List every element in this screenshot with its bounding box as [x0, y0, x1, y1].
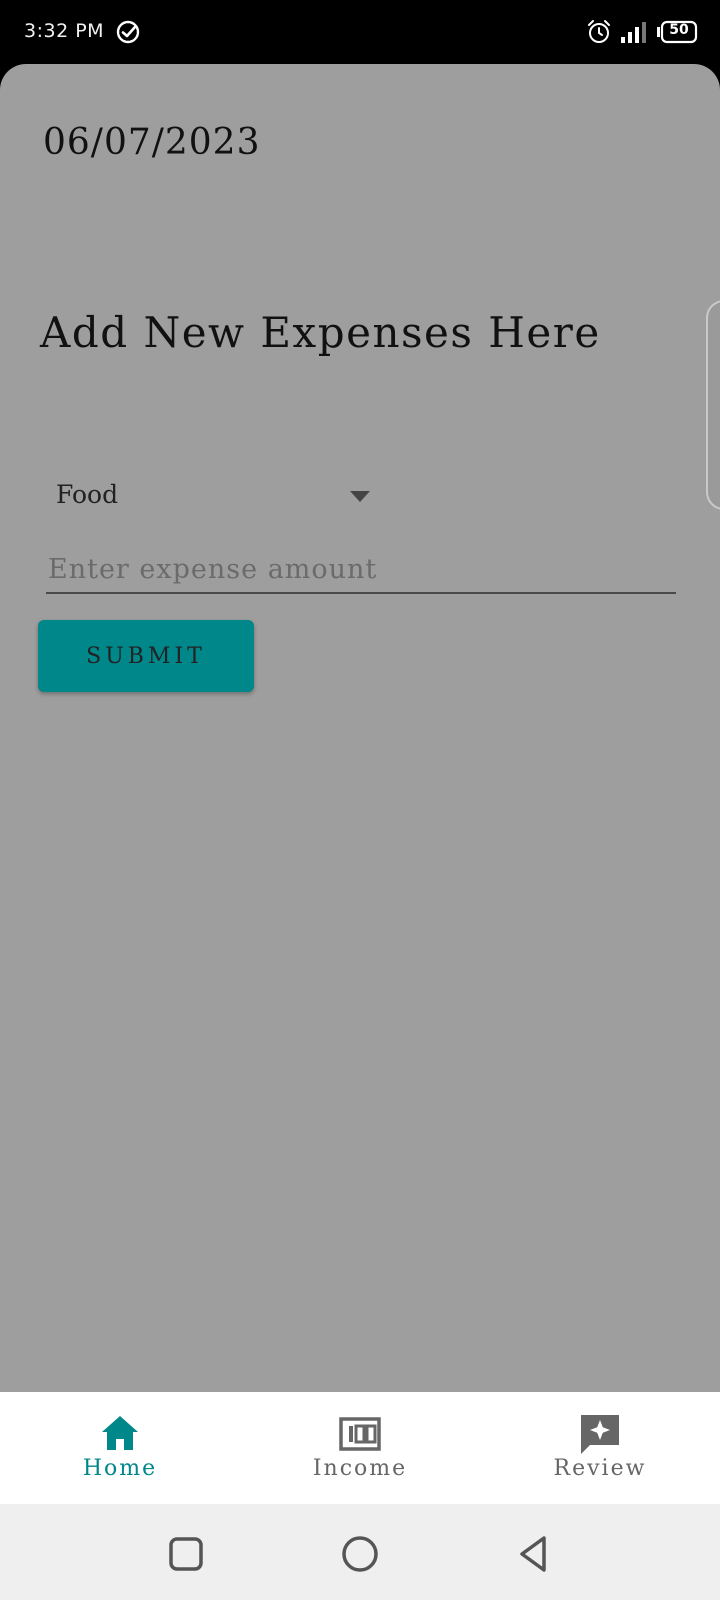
- review-icon: [581, 1415, 619, 1454]
- nav-item-home[interactable]: Home: [40, 1392, 200, 1504]
- home-button[interactable]: [338, 1532, 382, 1576]
- status-time: 3:32 PM: [24, 20, 105, 42]
- category-selected-value: Food: [56, 480, 119, 509]
- nav-item-review[interactable]: Review: [520, 1392, 680, 1504]
- expense-amount-field[interactable]: [46, 548, 676, 594]
- expense-sheet: [0, 64, 720, 1392]
- nav-label-review: Review: [553, 1456, 647, 1481]
- bottom-navigation: Home Income Review: [0, 1392, 720, 1504]
- money-icon: [339, 1417, 381, 1451]
- battery-level: 50: [669, 22, 689, 38]
- nav-item-income[interactable]: Income: [280, 1392, 440, 1504]
- expense-amount-input[interactable]: [46, 548, 670, 590]
- recents-button[interactable]: [164, 1532, 208, 1576]
- date-label: 06/07/2023: [43, 122, 261, 163]
- submit-button[interactable]: SUBMIT: [38, 620, 254, 692]
- back-button[interactable]: [512, 1532, 556, 1576]
- signal-icon: [621, 22, 646, 43]
- alarm-icon: [588, 20, 610, 43]
- home-icon: [102, 1416, 138, 1450]
- system-navigation-bar: [0, 1504, 720, 1600]
- nav-label-income: Income: [312, 1456, 408, 1481]
- status-bar: 3:32 PM 50: [0, 0, 720, 64]
- side-panel-handle[interactable]: [706, 300, 720, 510]
- nav-label-home: Home: [82, 1456, 158, 1481]
- dropdown-arrow-icon: [350, 491, 370, 502]
- page-title: Add New Expenses Here: [40, 308, 601, 357]
- check-circle-icon: [116, 20, 140, 44]
- category-dropdown[interactable]: Food: [46, 474, 376, 520]
